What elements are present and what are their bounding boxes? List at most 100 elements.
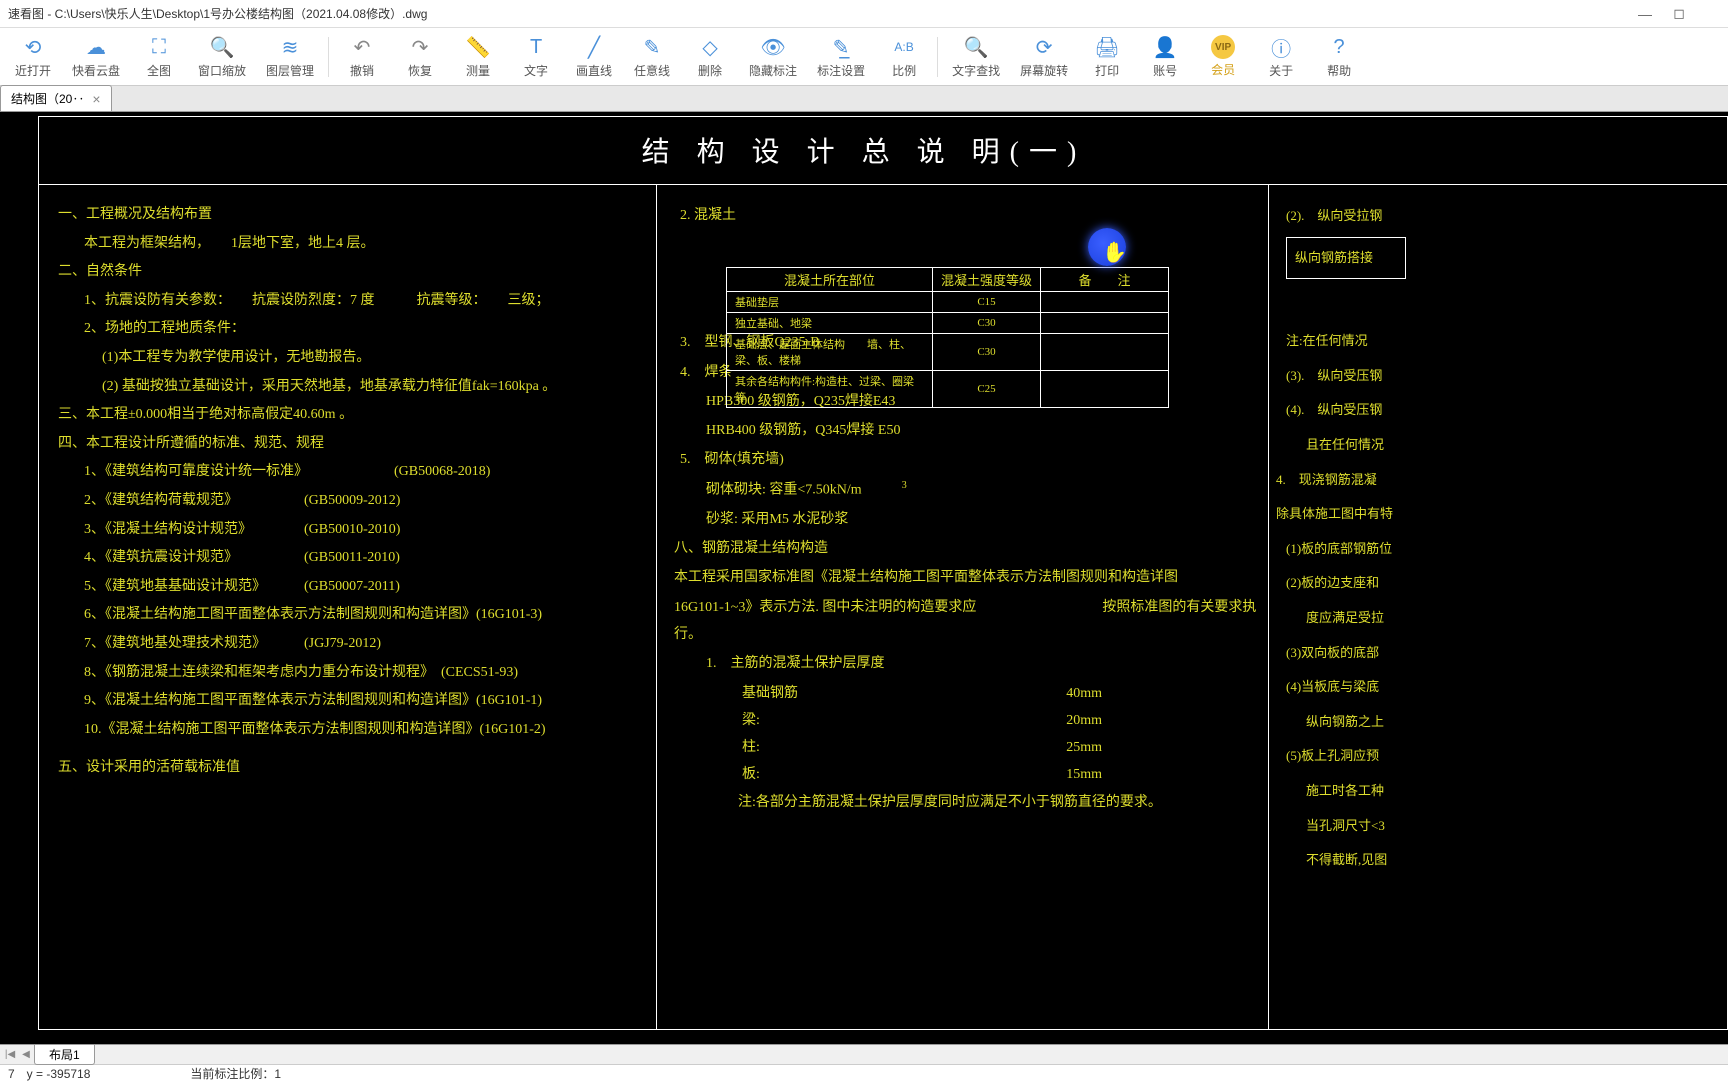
text-line: (4). 纵向受压钢 bbox=[1286, 396, 1406, 425]
text-line: 7、《建筑地基处理技术规范》(JGJ79-2012) bbox=[84, 631, 648, 658]
redo-button[interactable]: ↷恢复 bbox=[391, 30, 449, 83]
table-cell: 其余各结构构件:构造柱、过梁、圈梁等 bbox=[727, 371, 933, 408]
document-tab[interactable]: 结构图（20‥ × bbox=[0, 85, 112, 111]
prev-icon: ◀ bbox=[18, 1049, 34, 1060]
title-bar: 速看图 - C:\Users\快乐人生\Desktop\1号办公楼结构图（202… bbox=[0, 0, 1728, 28]
text-line: HRB400 级钢筋，Q345焊接 E50 bbox=[706, 417, 1260, 444]
text-icon: T bbox=[523, 34, 549, 60]
pencil-icon: ✎ bbox=[639, 34, 665, 60]
text-line: 注:各部分主筋混凝土保护层厚度同时应满足不小于钢筋直径的要求。 bbox=[738, 789, 1260, 816]
line-button[interactable]: ╱画直线 bbox=[565, 30, 623, 83]
layout-tab-bar: |◀ ◀ 布局1 bbox=[0, 1044, 1728, 1064]
eye-slash-icon: 👁 bbox=[760, 34, 786, 60]
table-cell bbox=[1041, 292, 1169, 313]
toolbar: ⟲近打开 ☁快看云盘 ⛶全图 🔍窗口缩放 ≋图层管理 ↶撤销 ↷恢复 📏测量 T… bbox=[0, 28, 1728, 86]
table-cell bbox=[1041, 371, 1169, 408]
text-line: 板:15mm bbox=[742, 761, 1102, 788]
cloud-button[interactable]: ☁快看云盘 bbox=[62, 30, 130, 83]
markset-icon: ✎̲ bbox=[828, 34, 854, 60]
separator bbox=[328, 37, 329, 77]
text-line: 纵向钢筋之上 bbox=[1306, 708, 1406, 737]
text-line: 一、工程概况及结构布置 bbox=[58, 202, 648, 229]
tab-nav-arrows[interactable]: |◀ ◀ bbox=[2, 1049, 34, 1060]
window-title: 速看图 - C:\Users\快乐人生\Desktop\1号办公楼结构图（202… bbox=[8, 5, 1638, 22]
measure-button[interactable]: 📏测量 bbox=[449, 30, 507, 83]
table-cell bbox=[1041, 313, 1169, 334]
text-line: 4. 现浇钢筋混凝 bbox=[1276, 466, 1406, 495]
text-line: 梁:20mm bbox=[742, 707, 1102, 734]
text-line: 1、抗震设防有关参数： 抗震设防烈度：7 度 抗震等级： 三级； bbox=[84, 288, 648, 315]
text-line: (2). 纵向受拉钢 bbox=[1286, 202, 1406, 231]
user-icon: 👤 bbox=[1152, 34, 1178, 60]
table-cell: C25 bbox=[933, 371, 1041, 408]
info-icon: ⓘ bbox=[1268, 34, 1294, 60]
table-cell: 独立基础、地梁 bbox=[727, 313, 933, 334]
line-icon: ╱ bbox=[581, 34, 607, 60]
text-line: 八、钢筋混凝土结构构造 bbox=[674, 535, 1260, 562]
vip-button[interactable]: VIP会员 bbox=[1194, 31, 1252, 82]
redo-icon: ↷ bbox=[407, 34, 433, 60]
text-line: (2)板的边支座和 bbox=[1286, 569, 1406, 598]
text-line: (4)当板底与梁底 bbox=[1286, 673, 1406, 702]
close-button[interactable] bbox=[1706, 7, 1720, 21]
cloud-icon: ☁ bbox=[83, 34, 109, 60]
drawing-canvas[interactable]: 结 构 设 计 总 说 明(一) 一、工程概况及结构布置 本工程为框架结构， 1… bbox=[0, 112, 1728, 1044]
column-divider bbox=[656, 184, 657, 1030]
printer-icon: 🖨 bbox=[1094, 34, 1120, 60]
layers-button[interactable]: ≋图层管理 bbox=[256, 30, 324, 83]
text-line: 度应满足受拉 bbox=[1306, 604, 1406, 633]
text-line: 2. 混凝土 bbox=[680, 202, 1260, 229]
fullview-button[interactable]: ⛶全图 bbox=[130, 30, 188, 83]
minimize-button[interactable]: — bbox=[1638, 7, 1652, 21]
help-button[interactable]: ?帮助 bbox=[1310, 30, 1368, 83]
delete-button[interactable]: ◇删除 bbox=[681, 30, 739, 83]
text-line: 当孔洞尺寸<3 bbox=[1306, 812, 1406, 841]
text-line: 且在任何情况 bbox=[1306, 431, 1406, 460]
text-button[interactable]: T文字 bbox=[507, 30, 565, 83]
hidemark-button[interactable]: 👁隐藏标注 bbox=[739, 30, 807, 83]
ruler-icon: 📏 bbox=[465, 34, 491, 60]
text-line: 6、《混凝土结构施工图平面整体表示方法制图规则和构造详图》(16G101-3) bbox=[84, 602, 648, 629]
table-cell: C15 bbox=[933, 292, 1041, 313]
eraser-icon: ◇ bbox=[697, 34, 723, 60]
text-line: (2) 基础按独立基础设计，采用天然地基，地基承载力特征值fak=160kpa … bbox=[102, 374, 648, 401]
maximize-button[interactable]: ◻ bbox=[1672, 7, 1686, 21]
table-cell: C30 bbox=[933, 334, 1041, 371]
tab-close-icon[interactable]: × bbox=[92, 91, 100, 107]
undo-icon: ↶ bbox=[349, 34, 375, 60]
coordinates-display: 7 y = -395718 bbox=[8, 1065, 90, 1082]
text-line: 三、本工程±0.000相当于绝对标高假定40.60m 。 bbox=[58, 402, 648, 429]
text-line: 5. 砌体(填充墙) bbox=[680, 446, 1260, 473]
vip-icon: VIP bbox=[1211, 35, 1235, 59]
tab-bar: 结构图（20‥ × bbox=[0, 86, 1728, 112]
drawing-title: 结 构 设 计 总 说 明(一) bbox=[642, 130, 1087, 170]
table-header: 混凝土强度等级 bbox=[933, 268, 1041, 292]
account-button[interactable]: 👤账号 bbox=[1136, 30, 1194, 83]
text-line: (5)板上孔洞应预 bbox=[1286, 742, 1406, 771]
window-controls: — ◻ bbox=[1638, 7, 1720, 21]
recent-open-button[interactable]: ⟲近打开 bbox=[4, 30, 62, 83]
undo-button[interactable]: ↶撤销 bbox=[333, 30, 391, 83]
text-line: (3). 纵向受压钢 bbox=[1286, 362, 1406, 391]
layout-tab[interactable]: 布局1 bbox=[34, 1044, 95, 1065]
print-button[interactable]: 🖨打印 bbox=[1078, 30, 1136, 83]
text-line: 不得截断,见图 bbox=[1306, 846, 1406, 875]
text-line: 二、自然条件 bbox=[58, 259, 648, 286]
freeline-button[interactable]: ✎任意线 bbox=[623, 30, 681, 83]
tab-label: 结构图（20‥ bbox=[11, 90, 84, 107]
zoom-window-icon: 🔍 bbox=[209, 34, 235, 60]
rotate-button[interactable]: ⟳屏幕旋转 bbox=[1010, 30, 1078, 83]
text-line: (1)本工程专为教学使用设计，无地勘报告。 bbox=[102, 345, 648, 372]
text-line: 8、《钢筋混凝土连续梁和框架考虑内力重分布设计规程》 (CECS51-93) bbox=[84, 660, 648, 687]
text-box: 纵向钢筋搭接 bbox=[1286, 237, 1406, 280]
table-cell: 基础垫层 bbox=[727, 292, 933, 313]
column-divider bbox=[1268, 184, 1269, 1030]
about-button[interactable]: ⓘ关于 bbox=[1252, 30, 1310, 83]
text-line: 3、《混凝土结构设计规范》(GB50010-2010) bbox=[84, 517, 648, 544]
zoomwin-button[interactable]: 🔍窗口缩放 bbox=[188, 30, 256, 83]
text-line: 砂浆: 采用M5 水泥砂浆 bbox=[706, 506, 1260, 533]
text-line: 4、《建筑抗震设计规范》(GB50011-2010) bbox=[84, 545, 648, 572]
scale-button[interactable]: A:B比例 bbox=[875, 30, 933, 83]
markset-button[interactable]: ✎̲标注设置 bbox=[807, 30, 875, 83]
findtext-button[interactable]: 🔍文字查找 bbox=[942, 30, 1010, 83]
